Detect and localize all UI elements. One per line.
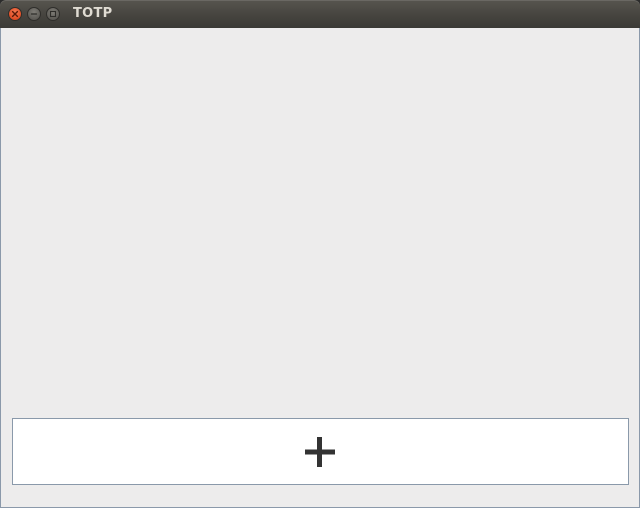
add-token-button[interactable] bbox=[12, 418, 629, 485]
window-title: TOTP bbox=[73, 6, 113, 21]
minimize-window-button[interactable] bbox=[27, 7, 41, 21]
maximize-window-button[interactable] bbox=[46, 7, 60, 21]
main-content bbox=[0, 28, 640, 508]
app-window: TOTP bbox=[0, 0, 640, 508]
close-icon bbox=[11, 10, 19, 18]
maximize-icon bbox=[49, 10, 57, 18]
minimize-icon bbox=[30, 13, 38, 15]
close-window-button[interactable] bbox=[8, 7, 22, 21]
plus-icon bbox=[305, 437, 335, 467]
title-bar[interactable]: TOTP bbox=[0, 0, 640, 28]
